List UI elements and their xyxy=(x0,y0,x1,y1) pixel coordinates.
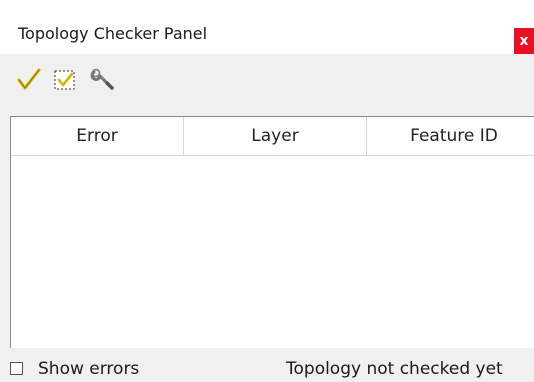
status-text: Topology not checked yet xyxy=(286,359,503,379)
column-header-error[interactable]: Error xyxy=(11,117,184,155)
close-button[interactable]: x xyxy=(514,28,534,54)
configure-rules-icon[interactable] xyxy=(90,66,116,92)
toolbar xyxy=(0,54,534,110)
show-errors-checkbox[interactable] xyxy=(10,362,23,375)
status-bar: Show errors Topology not checked yet xyxy=(0,356,534,382)
title-bar: Topology Checker Panel x xyxy=(0,0,534,54)
panel-title: Topology Checker Panel xyxy=(18,24,208,43)
column-header-layer[interactable]: Layer xyxy=(184,117,367,155)
validate-all-icon[interactable] xyxy=(16,66,42,92)
table-header: Error Layer Feature ID xyxy=(11,117,534,156)
show-errors-label[interactable]: Show errors xyxy=(38,357,139,381)
validate-extent-icon[interactable] xyxy=(52,66,78,92)
column-header-feature-id[interactable]: Feature ID xyxy=(367,117,534,155)
errors-table[interactable]: Error Layer Feature ID xyxy=(10,116,534,348)
